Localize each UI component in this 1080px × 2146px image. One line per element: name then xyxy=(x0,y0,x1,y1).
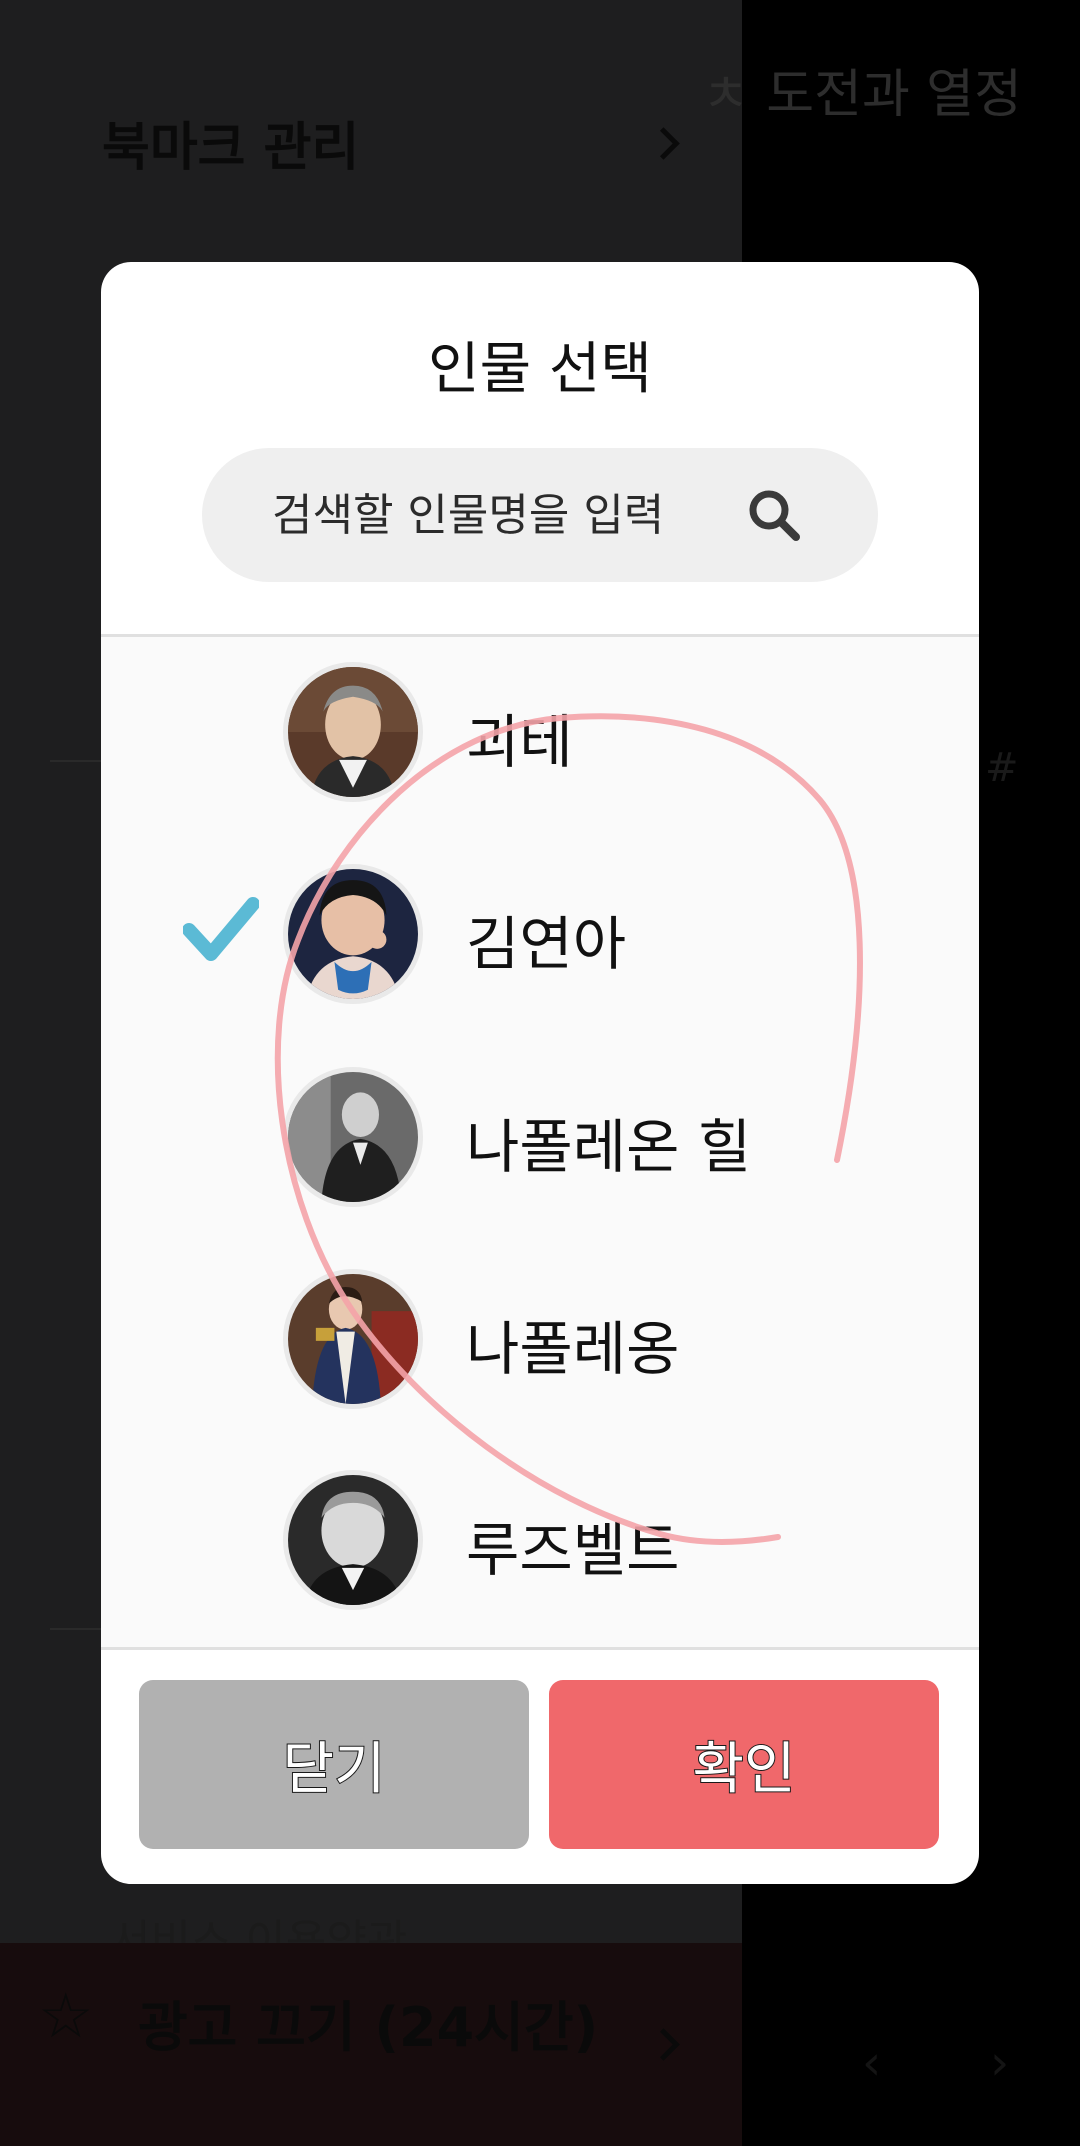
person-name: 나폴레옹 xyxy=(466,1315,680,1383)
person-name: 루즈벨트 xyxy=(466,1516,680,1584)
avatar xyxy=(283,864,423,1004)
search-icon[interactable] xyxy=(746,487,802,543)
person-item[interactable]: 김연아 xyxy=(101,839,979,1029)
person-item[interactable]: 나폴레온 힐 xyxy=(101,1042,979,1232)
menu-item-terms[interactable]: 서비스 이용약관 xyxy=(110,1905,407,1945)
dialog-title: 인물 선택 xyxy=(428,337,652,402)
content-hint: # xyxy=(985,745,1019,791)
checkmark-icon xyxy=(183,897,259,961)
person-item[interactable]: 나폴레옹 xyxy=(101,1244,979,1434)
chevron-right-icon xyxy=(647,127,680,160)
ad-remove-bar[interactable]: ☆ 광고 끄기 (24시간) xyxy=(0,1943,742,2146)
close-button[interactable]: 닫기 xyxy=(139,1680,529,1849)
person-item[interactable]: 괴테 xyxy=(101,637,979,827)
search-input[interactable] xyxy=(272,480,692,550)
search-box xyxy=(202,448,878,582)
person-item[interactable]: 루즈벨트 xyxy=(101,1445,979,1635)
chevron-right-icon xyxy=(647,2028,680,2061)
avatar xyxy=(283,1067,423,1207)
screen: 북마크 관리 서비스 이용약관 ☆ 광고 끄기 (24시간) ㅊ 도전과 열정 … xyxy=(0,0,1080,2146)
avatar xyxy=(283,662,423,802)
next-page-icon[interactable]: › xyxy=(990,2035,1009,2091)
confirm-button[interactable]: 확인 xyxy=(549,1680,939,1849)
star-icon: ☆ xyxy=(38,1979,94,2052)
menu-item-bookmark[interactable]: 북마크 관리 xyxy=(0,95,742,190)
person-select-dialog: 인물 선택 검색할 인물명을 입력 괴테 김연아 나폴레온 힐 나폴레옹 루즈벨… xyxy=(101,262,979,1884)
menu-item-label: 북마크 관리 xyxy=(102,118,360,178)
person-list[interactable]: 괴테 김연아 나폴레온 힐 나폴레옹 루즈벨트 xyxy=(101,634,979,1650)
ad-remove-label: 광고 끄기 (24시간) xyxy=(138,1996,599,2059)
person-name: 나폴레온 힐 xyxy=(466,1113,752,1181)
prev-page-icon[interactable]: ‹ xyxy=(862,2035,881,2091)
person-name: 김연아 xyxy=(466,910,627,978)
avatar xyxy=(283,1470,423,1610)
person-name: 괴테 xyxy=(466,708,573,776)
avatar xyxy=(283,1269,423,1409)
content-title: ㅊ 도전과 열정 xyxy=(701,65,1022,125)
